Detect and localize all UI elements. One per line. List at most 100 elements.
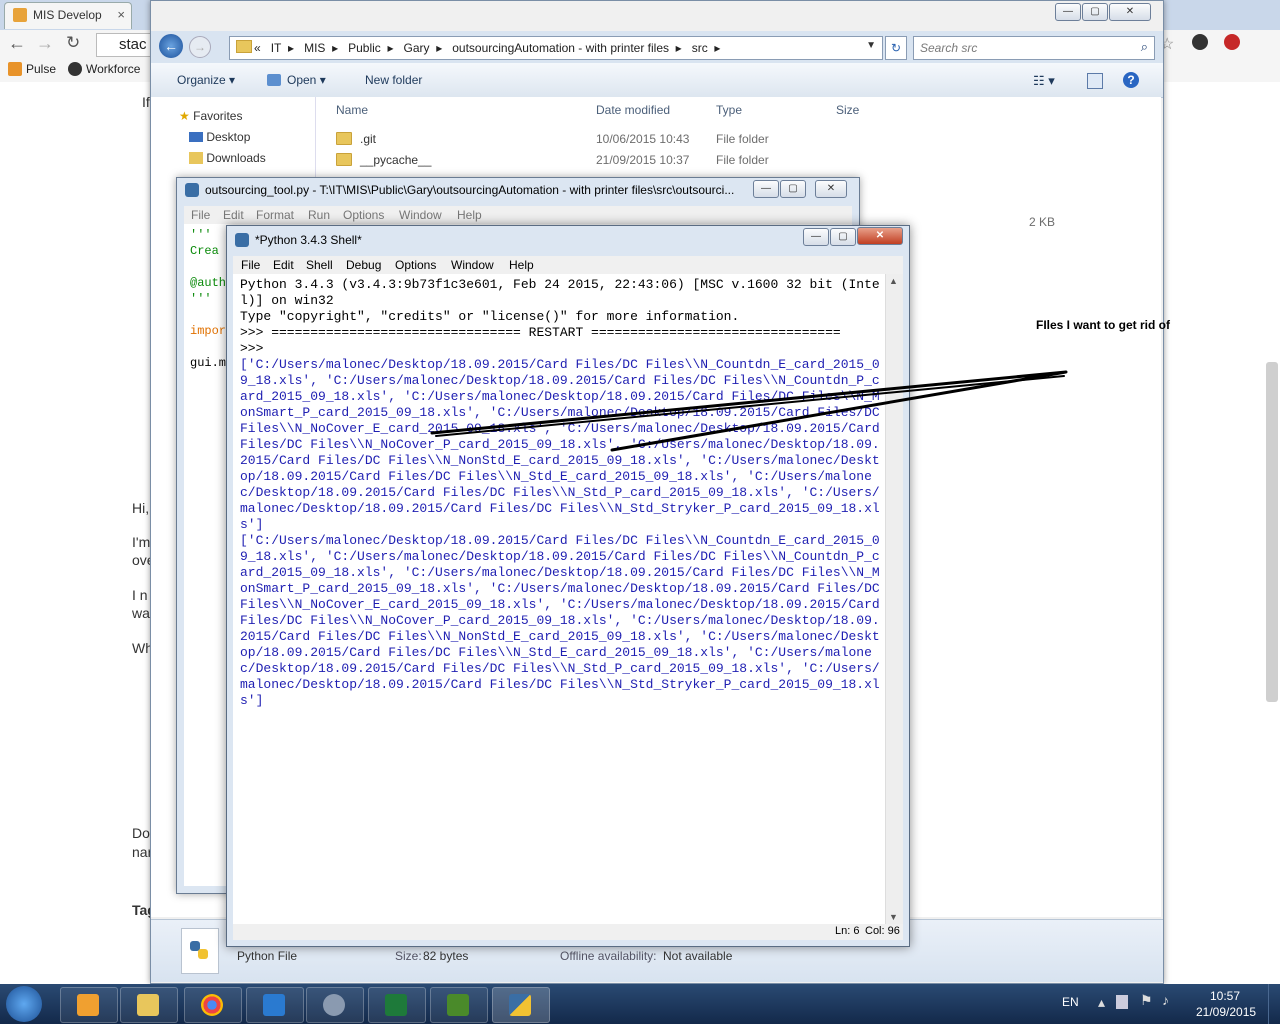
forward-icon[interactable]: → xyxy=(189,36,211,58)
menu-window[interactable]: Window xyxy=(451,258,494,272)
details-offline-label: Offline availability: xyxy=(560,949,657,963)
taskbar-outlook[interactable] xyxy=(60,987,118,1023)
details-offline-value: Not available xyxy=(663,949,733,963)
new-folder-button[interactable]: New folder xyxy=(365,73,422,87)
menu-options[interactable]: Options xyxy=(395,258,436,272)
page-text: I n xyxy=(132,587,148,603)
column-header-type[interactable]: Type xyxy=(716,103,742,117)
menu-file[interactable]: File xyxy=(191,208,210,222)
minimize-button[interactable]: — xyxy=(753,180,779,198)
reload-icon[interactable]: ↻ xyxy=(66,33,80,53)
chrome-icon xyxy=(201,994,223,1016)
menu-edit[interactable]: Edit xyxy=(273,258,294,272)
file-type: File folder xyxy=(716,132,769,146)
nav-downloads[interactable]: Downloads xyxy=(189,151,266,165)
taskbar-project[interactable] xyxy=(430,987,488,1023)
show-desktop-button[interactable] xyxy=(1268,984,1280,1024)
chrome-tab-title: MIS Develop xyxy=(33,8,102,22)
menu-file[interactable]: File xyxy=(241,258,260,272)
menu-window[interactable]: Window xyxy=(399,208,442,222)
taskbar-lync[interactable] xyxy=(246,987,304,1023)
scroll-up-icon[interactable]: ▲ xyxy=(889,276,898,286)
file-row[interactable]: __pycache__ 21/09/2015 10:37 File folder xyxy=(336,153,836,167)
column-header-name[interactable]: Name xyxy=(336,103,368,117)
bookmark-pulse[interactable]: Pulse xyxy=(8,62,56,76)
preview-pane-icon[interactable] xyxy=(1087,73,1103,89)
menu-edit[interactable]: Edit xyxy=(223,208,244,222)
maximize-button[interactable]: ▢ xyxy=(780,180,806,198)
chevron-down-icon[interactable]: ▼ xyxy=(866,40,876,51)
search-icon[interactable]: ⌕ xyxy=(1141,39,1148,55)
explorer-command-bar: Organize ▾ Open ▾ New folder ☷ ▾ ? xyxy=(151,63,1163,98)
extension-icon[interactable] xyxy=(1192,34,1208,50)
close-button[interactable]: ✕ xyxy=(857,227,903,245)
menu-options[interactable]: Options xyxy=(343,208,384,222)
windows-taskbar: EN ▴ ⚑ ♪ 10:57 21/09/2015 xyxy=(0,984,1280,1024)
maximize-button[interactable]: ▢ xyxy=(830,228,856,246)
star-icon: ★ xyxy=(179,109,190,123)
search-box[interactable]: Search src ⌕ xyxy=(913,36,1155,60)
page-scrollbar[interactable] xyxy=(1266,362,1278,702)
open-button[interactable]: Open ▾ xyxy=(267,73,326,87)
minimize-button[interactable]: — xyxy=(803,228,829,246)
column-header-date[interactable]: Date modified xyxy=(596,103,670,117)
column-header-size[interactable]: Size xyxy=(836,103,859,117)
taskbar-app-compass[interactable] xyxy=(306,987,364,1023)
menu-debug[interactable]: Debug xyxy=(346,258,381,272)
tab-close-icon[interactable]: × xyxy=(117,7,125,22)
menu-run[interactable]: Run xyxy=(308,208,330,222)
refresh-icon[interactable]: ↻ xyxy=(885,36,907,60)
minimize-button[interactable]: — xyxy=(1055,3,1081,21)
workforce-icon xyxy=(68,62,82,76)
language-indicator[interactable]: EN xyxy=(1062,995,1079,1009)
close-button[interactable]: ✕ xyxy=(1109,3,1151,21)
tray-arrow-icon[interactable]: ▴ xyxy=(1098,994,1105,1011)
extension-red-icon[interactable] xyxy=(1224,34,1240,50)
taskbar-python[interactable] xyxy=(492,987,550,1023)
back-arrow-icon[interactable]: ← xyxy=(8,33,26,54)
search-input[interactable]: Search src xyxy=(920,41,977,55)
code-line: impor xyxy=(190,324,227,338)
taskbar-excel[interactable] xyxy=(368,987,426,1023)
volume-icon[interactable]: ♪ xyxy=(1162,992,1169,1008)
menu-format[interactable]: Format xyxy=(256,208,294,222)
menu-shell[interactable]: Shell xyxy=(306,258,333,272)
scroll-down-icon[interactable]: ▼ xyxy=(889,912,898,922)
chrome-tab[interactable]: MIS Develop × xyxy=(4,2,132,29)
breadcrumb-item[interactable]: IT xyxy=(271,41,282,55)
breadcrumb-item[interactable]: outsourcingAutomation - with printer fil… xyxy=(452,41,669,55)
shell-scrollbar[interactable]: ▲ ▼ xyxy=(885,274,903,924)
tray-flag-icon[interactable]: ⚑ xyxy=(1140,992,1153,1009)
open-icon xyxy=(267,74,281,86)
breadcrumb-item[interactable]: Public xyxy=(348,41,381,55)
close-button[interactable]: ✕ xyxy=(815,180,847,198)
start-button[interactable] xyxy=(6,986,42,1022)
clock-date[interactable]: 21/09/2015 xyxy=(1196,1005,1256,1019)
file-date: 21/09/2015 10:37 xyxy=(596,153,690,167)
nav-desktop[interactable]: Desktop xyxy=(189,130,250,144)
forward-arrow-icon[interactable]: → xyxy=(36,33,54,54)
tray-network-icon[interactable] xyxy=(1116,995,1128,1009)
breadcrumb-item[interactable]: MIS xyxy=(304,41,325,55)
breadcrumb[interactable]: « IT ▸ MIS ▸ Public ▸ Gary ▸ outsourcing… xyxy=(229,36,883,60)
breadcrumb-overflow[interactable]: « xyxy=(254,41,261,55)
maximize-button[interactable]: ▢ xyxy=(1082,3,1108,21)
clock-time[interactable]: 10:57 xyxy=(1210,989,1240,1003)
view-options-icon[interactable]: ☷ ▾ xyxy=(1033,73,1055,89)
breadcrumb-item[interactable]: Gary xyxy=(404,41,430,55)
chrome-omnibox[interactable]: stac xyxy=(96,33,158,57)
organize-button[interactable]: Organize ▾ xyxy=(177,73,235,87)
menu-help[interactable]: Help xyxy=(457,208,482,222)
taskbar-explorer[interactable] xyxy=(120,987,178,1023)
excel-icon xyxy=(385,994,407,1016)
nav-favorites[interactable]: ★ Favorites xyxy=(179,109,242,123)
bookmark-workforce[interactable]: Workforce xyxy=(68,62,140,76)
help-icon[interactable]: ? xyxy=(1123,72,1139,88)
menu-help[interactable]: Help xyxy=(509,258,534,272)
back-icon[interactable]: ← xyxy=(159,34,183,58)
shell-title: *Python 3.4.3 Shell* xyxy=(255,233,362,247)
taskbar-chrome[interactable] xyxy=(184,987,242,1023)
breadcrumb-item[interactable]: src xyxy=(692,41,708,55)
file-row[interactable]: .git 10/06/2015 10:43 File folder xyxy=(336,132,836,146)
shell-output-area[interactable]: Python 3.4.3 (v3.4.3:9b73f1c3e601, Feb 2… xyxy=(233,274,903,924)
